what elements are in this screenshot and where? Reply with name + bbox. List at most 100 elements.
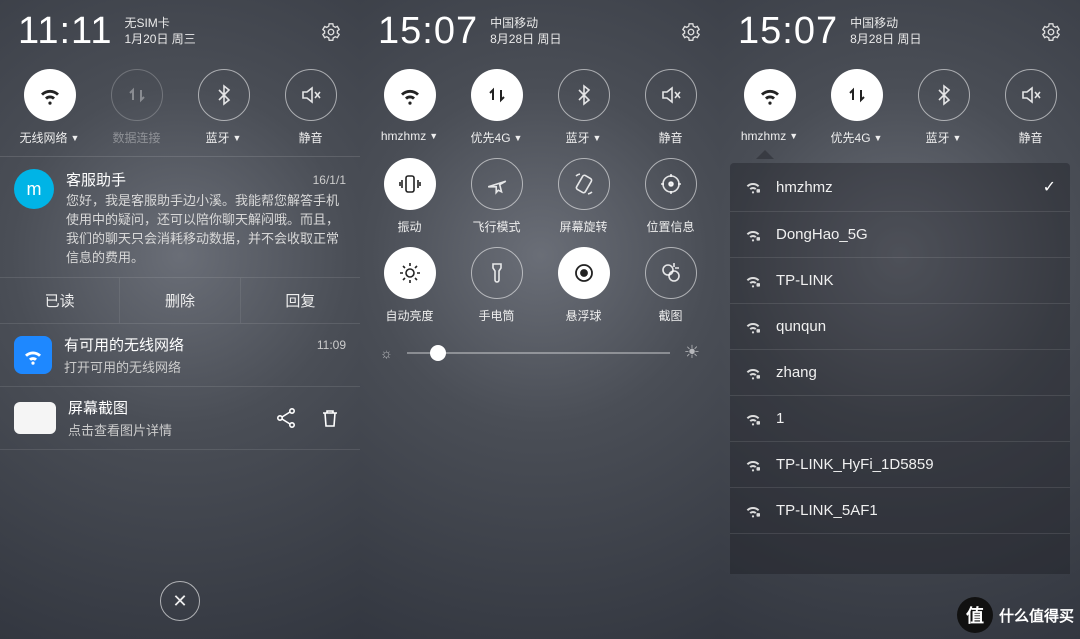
toggle-airplane[interactable]: 飞行模式 [456,158,538,235]
toggle-label: hmzhmz▼ [381,129,438,143]
toggle-bt[interactable]: 蓝牙▼ [903,69,985,146]
screen-notifications: 11:11 无SIM卡 1月20日 周三 无线网络▼ 数据连接 蓝牙▼ 静音 m… [0,0,360,639]
slider-thumb[interactable] [430,345,446,361]
toggle-label: 手电筒 [478,307,514,324]
quick-toggle-row: hmzhmz▼ 优先4G▼ 蓝牙▼ 静音 [360,59,720,150]
wifi-signal-icon [744,366,762,380]
quick-toggle-row: 自动亮度 手电筒 悬浮球 截图 [360,239,720,328]
toggle-label: 位置信息 [646,218,694,235]
toggle-vibrate[interactable]: 振动 [369,158,451,235]
status-header: 15:07 中国移动 8月28日 周日 [720,0,1080,59]
notification-item[interactable]: 有可用的无线网络 11:09 打开可用的无线网络 [0,324,360,387]
caret-down-icon: ▼ [233,133,242,143]
watermark: 值 什么值得买 [957,597,1074,633]
brightness-slider[interactable] [407,352,670,354]
toggle-label: 静音 [658,129,682,146]
notification-time: 16/1/1 [313,173,346,187]
notification-body: 客服助手 16/1/1 您好，我是客服助手边小溪。我能帮您解答手机使用中的疑问，… [66,169,346,267]
share-icon[interactable] [270,402,302,434]
action-delete[interactable]: 删除 [120,278,240,323]
wifi-network-item[interactable]: hmzhmz ✓ [730,163,1070,212]
caret-down-icon: ▼ [789,131,798,141]
settings-gear-icon[interactable] [678,19,704,45]
toggle-rotate[interactable]: 屏幕旋转 [543,158,625,235]
action-read[interactable]: 已读 [0,278,120,323]
status-header: 11:11 无SIM卡 1月20日 周三 [0,0,360,59]
data-icon [111,69,163,121]
quick-toggle-row: hmzhmz▼ 优先4G▼ 蓝牙▼ 静音 [720,59,1080,150]
clock-time: 15:07 [378,10,478,53]
app-icon: m [14,169,54,209]
toggle-label: 蓝牙▼ [566,129,602,146]
wifi-signal-icon [744,412,762,426]
toggle-mute[interactable]: 静音 [630,69,712,146]
screen-wifi-list: 15:07 中国移动 8月28日 周日 hmzhmz▼ 优先4G▼ 蓝牙▼ 静音… [720,0,1080,639]
toggle-label: 蓝牙▼ [926,129,962,146]
toggle-brightness[interactable]: 自动亮度 [369,247,451,324]
toggle-label: 悬浮球 [565,307,601,324]
toggle-label: 优先4G▼ [831,129,883,146]
notification-subtitle: 打开可用的无线网络 [64,357,346,376]
screenshot-thumbnail-icon [14,402,56,434]
wifi-signal-icon [744,228,762,242]
toggle-screenshot[interactable]: 截图 [630,247,712,324]
notification-time: 11:09 [317,338,346,352]
wifi-network-item[interactable]: DongHao_5G [730,212,1070,258]
notification-item[interactable]: m 客服助手 16/1/1 您好，我是客服助手边小溪。我能帮您解答手机使用中的疑… [0,157,360,278]
date-block: 无SIM卡 1月20日 周三 [124,16,195,47]
toggle-label: 蓝牙▼ [206,129,242,146]
toggle-bt[interactable]: 蓝牙▼ [543,69,625,146]
trash-icon[interactable] [314,402,346,434]
toggle-label: 飞行模式 [472,218,520,235]
wifi-network-item[interactable]: TP-LINK [730,258,1070,304]
toggle-mute[interactable]: 静音 [270,69,352,146]
wifi-signal-icon [744,274,762,288]
panel-arrow-icon [756,150,774,159]
date-label: 8月28日 周日 [850,32,921,48]
toggle-wifi[interactable]: 无线网络▼ [9,69,91,146]
torch-icon [471,247,523,299]
settings-gear-icon[interactable] [318,19,344,45]
wifi-network-name: qunqun [776,318,1056,335]
rotate-icon [558,158,610,210]
toggle-label: 优先4G▼ [471,129,523,146]
watermark-badge-icon: 值 [957,597,993,633]
wifi-signal-icon [744,320,762,334]
caret-down-icon: ▼ [953,133,962,143]
notification-message: 您好，我是客服助手边小溪。我能帮您解答手机使用中的疑问，还可以陪你聊天解闷哦。而… [66,192,346,267]
toggle-label: 自动亮度 [385,307,433,324]
data-icon [471,69,523,121]
connected-check-icon: ✓ [1043,177,1056,197]
toggle-data[interactable]: 优先4G▼ [816,69,898,146]
toggle-label: 无线网络▼ [20,129,80,146]
toggle-label: 静音 [1018,129,1042,146]
notification-item[interactable]: 屏幕截图 点击查看图片详情 [0,387,360,450]
toggle-mute[interactable]: 静音 [990,69,1072,146]
toggle-wifi[interactable]: hmzhmz▼ [729,69,811,146]
brightness-low-icon: ☼ [380,345,393,361]
toggle-floatball[interactable]: 悬浮球 [543,247,625,324]
toggle-wifi[interactable]: hmzhmz▼ [369,69,451,146]
action-reply[interactable]: 回复 [241,278,360,323]
wifi-icon [14,336,52,374]
toggle-torch[interactable]: 手电筒 [456,247,538,324]
wifi-network-item[interactable]: TP-LINK_HyFi_1D5859 [730,442,1070,488]
toggle-bt[interactable]: 蓝牙▼ [183,69,265,146]
mute-icon [645,69,697,121]
wifi-network-item[interactable]: qunqun [730,304,1070,350]
wifi-network-name: zhang [776,364,1056,381]
toggle-data[interactable]: 数据连接 [96,69,178,146]
wifi-network-item[interactable]: 1 [730,396,1070,442]
wifi-network-name: 1 [776,410,1056,427]
settings-gear-icon[interactable] [1038,19,1064,45]
toggle-data[interactable]: 优先4G▼ [456,69,538,146]
bt-icon [918,69,970,121]
airplane-icon [471,158,523,210]
date-label: 8月28日 周日 [490,32,561,48]
wifi-network-item[interactable]: TP-LINK_5AF1 [730,488,1070,534]
toggle-location[interactable]: 位置信息 [630,158,712,235]
clear-all-button[interactable]: ✕ [160,581,200,621]
notification-subtitle: 点击查看图片详情 [68,420,258,439]
notification-title: 屏幕截图 [68,397,258,418]
wifi-network-item[interactable]: zhang [730,350,1070,396]
